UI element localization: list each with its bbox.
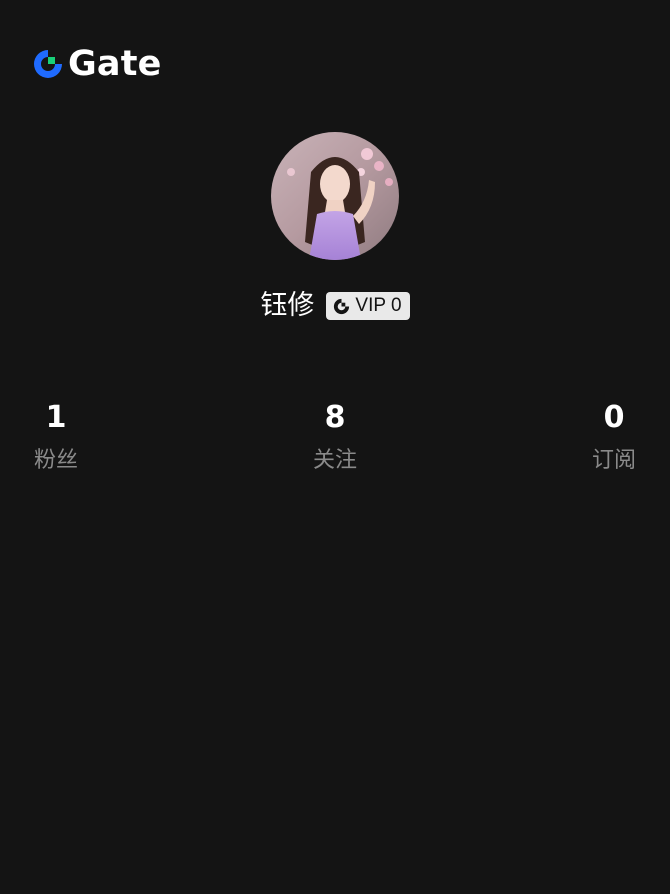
user-avatar[interactable] (271, 132, 399, 260)
subscriptions-label: 订阅 (591, 448, 636, 473)
gate-logo-icon (34, 50, 62, 78)
followers-count: 1 (45, 400, 67, 435)
vip-badge[interactable]: VIP 0 (326, 292, 410, 320)
username: 钰修 (260, 290, 315, 321)
followers-label: 粉丝 (33, 448, 78, 473)
brand-name: Gate (68, 44, 162, 84)
following-label: 关注 (312, 448, 357, 473)
following-count: 8 (324, 400, 346, 435)
subscriptions-count: 0 (603, 400, 625, 435)
stat-subscriptions[interactable]: 0 订阅 (554, 398, 670, 478)
stat-following[interactable]: 8 关注 (275, 398, 395, 478)
profile-name-row: 钰修 VIP 0 (0, 288, 670, 324)
vip-label: VIP 0 (355, 295, 402, 316)
gate-mark-icon (334, 298, 350, 314)
gate-logo[interactable]: Gate (31, 44, 162, 84)
stat-followers[interactable]: 1 粉丝 (0, 398, 116, 478)
profile-stats: 1 粉丝 8 关注 0 订阅 (0, 398, 670, 488)
avatar-image (271, 132, 399, 260)
